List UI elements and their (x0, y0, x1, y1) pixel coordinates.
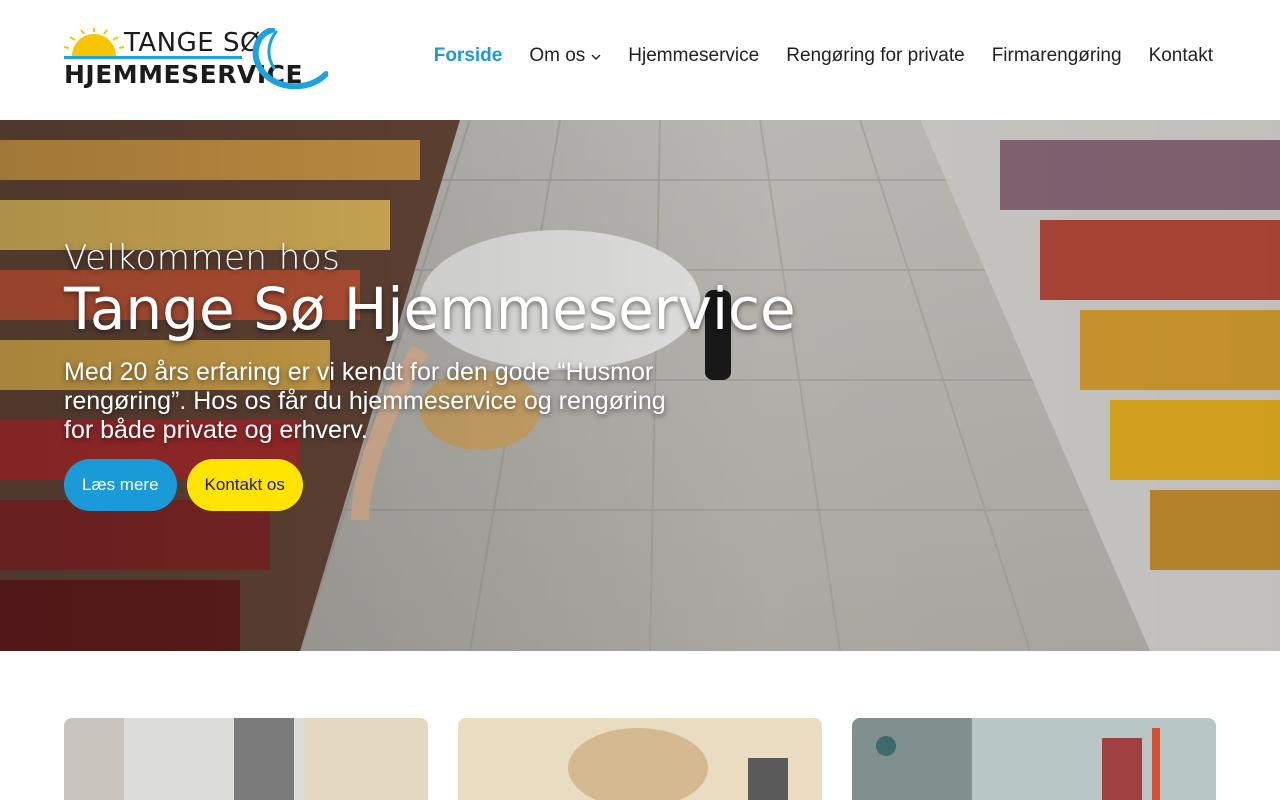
service-card-image[interactable] (64, 718, 428, 800)
logo-text-line1: TANGE SØ (124, 28, 261, 58)
hero-buttons: Læs mere Kontakt os (64, 459, 796, 511)
nav-item-label: Kontakt (1148, 45, 1213, 66)
nav-item-label: Firmarengøring (991, 45, 1122, 66)
hero-title: Tange Sø Hjemmeservice (64, 275, 796, 343)
main-nav: Forside Om os Hjemmeservice Rengøring fo… (407, 45, 1213, 67)
sun-icon (64, 28, 124, 56)
service-card-image[interactable] (458, 718, 822, 800)
lake-swoosh-icon (252, 28, 328, 90)
logo-underline (64, 56, 242, 59)
hero-content: Velkommen hos Tange Sø Hjemmeservice Med… (64, 238, 796, 511)
card-photo-office (852, 718, 1216, 800)
nav-item-om-os[interactable]: Om os (529, 45, 601, 67)
hero-section: Velkommen hos Tange Sø Hjemmeservice Med… (0, 120, 1280, 651)
hero-subtitle: Velkommen hos (64, 238, 341, 278)
nav-item-label: Rengøring for private (786, 45, 965, 66)
nav-item-rengoring-private[interactable]: Rengøring for private (786, 45, 964, 67)
nav-item-label: Hjemmeservice (628, 45, 760, 66)
hero-description: Med 20 års erfaring er vi kendt for den … (64, 358, 666, 444)
read-more-button[interactable]: Læs mere (64, 459, 177, 511)
site-header: TANGE SØ HJEMMESERVICE Forside Om os Hje… (0, 0, 1280, 120)
nav-item-label: Forside (433, 45, 503, 66)
nav-item-firmarengoring[interactable]: Firmarengøring (992, 45, 1122, 67)
nav-item-kontakt[interactable]: Kontakt (1149, 45, 1213, 67)
service-cards (64, 718, 1216, 800)
card-photo-home (64, 718, 428, 800)
chevron-down-icon (591, 49, 601, 63)
contact-us-button[interactable]: Kontakt os (186, 459, 303, 511)
site-logo[interactable]: TANGE SØ HJEMMESERVICE (64, 28, 328, 92)
nav-item-hjemmeservice[interactable]: Hjemmeservice (628, 45, 759, 67)
card-photo-bathroom (458, 718, 822, 800)
nav-item-label: Om os (529, 45, 586, 66)
nav-item-forside[interactable]: Forside (434, 45, 503, 67)
service-card-image[interactable] (852, 718, 1216, 800)
